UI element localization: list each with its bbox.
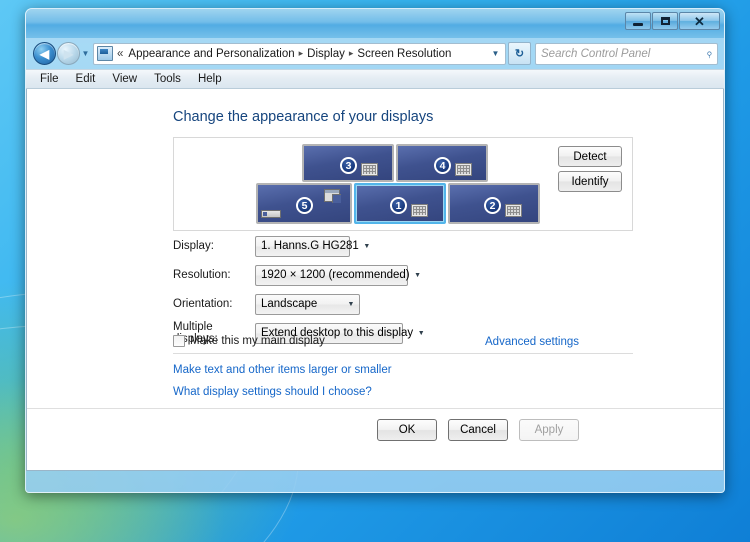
orientation-select[interactable]: Landscape ▼	[255, 294, 360, 315]
monitor-4[interactable]: 4	[396, 144, 488, 182]
monitor-number-badge: 1	[390, 197, 407, 214]
cancel-button[interactable]: Cancel	[448, 419, 508, 441]
breadcrumb-item-appearance[interactable]: Appearance and Personalization	[126, 48, 296, 60]
menu-item-tools[interactable]: Tools	[146, 71, 190, 87]
display-select-value: 1. Hanns.G HG281	[261, 240, 359, 252]
refresh-button[interactable]: ↻	[508, 42, 531, 65]
orientation-row: Orientation: Landscape ▼	[173, 294, 360, 314]
back-button[interactable]: ◀	[33, 42, 56, 65]
display-row: Display: 1. Hanns.G HG281 ▼	[173, 236, 350, 256]
refresh-icon: ↻	[515, 47, 524, 60]
search-input[interactable]: Search Control Panel ⌕	[535, 43, 718, 65]
monitor-window-icon	[324, 189, 340, 202]
screen-resolution-window: ✕ ◀ ▶ ▼ « Appearance and Personalization…	[25, 8, 725, 493]
menu-item-edit[interactable]: Edit	[68, 71, 105, 87]
address-bar[interactable]: « Appearance and Personalization ▸ Displ…	[93, 43, 506, 65]
menu-item-help[interactable]: Help	[190, 71, 231, 87]
breadcrumb-separator-icon: ▸	[297, 48, 306, 59]
search-placeholder: Search Control Panel	[541, 48, 706, 60]
maximize-button[interactable]	[652, 12, 678, 30]
monitor-number-badge: 4	[434, 157, 451, 174]
apply-button: Apply	[519, 419, 579, 441]
chevron-down-icon: ▼	[413, 330, 429, 337]
checkbox-box-icon	[173, 335, 185, 347]
main-display-checkbox-label: Make this my main display	[190, 335, 325, 347]
navigation-bar: ◀ ▶ ▼ « Appearance and Personalization ▸…	[26, 38, 724, 69]
forward-button[interactable]: ▶	[57, 42, 80, 65]
monitor-1[interactable]: 1	[354, 183, 446, 224]
monitor-2[interactable]: 2	[448, 183, 540, 224]
page-title: Change the appearance of your displays	[173, 109, 433, 125]
minimize-icon	[633, 23, 643, 26]
monitor-screen-icon	[361, 163, 378, 176]
maximize-icon	[661, 17, 670, 25]
detect-button[interactable]: Detect	[558, 146, 622, 167]
main-display-checkbox[interactable]: Make this my main display	[173, 335, 325, 347]
back-arrow-icon: ◀	[40, 48, 49, 60]
resolution-select[interactable]: 1920 × 1200 (recommended) ▼	[255, 265, 408, 286]
monitor-screen-icon	[411, 204, 428, 217]
content-area: Change the appearance of your displays 3…	[26, 89, 724, 471]
display-select[interactable]: 1. Hanns.G HG281 ▼	[255, 236, 350, 257]
breadcrumb-overflow[interactable]: «	[116, 48, 126, 60]
make-text-larger-link[interactable]: Make text and other items larger or smal…	[173, 364, 392, 376]
breadcrumb-item-screen-resolution[interactable]: Screen Resolution	[355, 48, 453, 60]
advanced-settings-link[interactable]: Advanced settings	[485, 336, 579, 348]
orientation-select-value: Landscape	[261, 298, 343, 310]
display-label: Display:	[173, 240, 255, 252]
menu-item-view[interactable]: View	[104, 71, 146, 87]
monitor-5[interactable]: 5	[256, 183, 352, 224]
chevron-down-icon: ▼	[343, 301, 359, 308]
monitor-number-badge: 5	[296, 197, 313, 214]
forward-arrow-icon: ▶	[64, 48, 73, 60]
address-dropdown-icon[interactable]: ▼	[488, 49, 503, 58]
button-row-divider	[27, 408, 723, 409]
dialog-button-row: OK Cancel Apply	[377, 419, 579, 441]
monitor-taskbar-icon	[261, 210, 281, 218]
monitor-screen-icon	[455, 163, 472, 176]
menu-item-file[interactable]: File	[32, 71, 68, 87]
control-panel-icon	[97, 46, 113, 61]
monitor-number-badge: 3	[340, 157, 357, 174]
breadcrumb-separator-icon: ▸	[347, 48, 356, 59]
title-bar[interactable]: ✕	[26, 9, 724, 38]
orientation-label: Orientation:	[173, 298, 255, 310]
resolution-select-value: 1920 × 1200 (recommended)	[261, 269, 410, 281]
close-button[interactable]: ✕	[679, 12, 720, 30]
resolution-label: Resolution:	[173, 269, 255, 281]
identify-button[interactable]: Identify	[558, 171, 622, 192]
chevron-down-icon: ▼	[410, 272, 426, 279]
ok-button[interactable]: OK	[377, 419, 437, 441]
chevron-down-icon: ▼	[359, 243, 375, 250]
menu-bar: File Edit View Tools Help	[26, 69, 724, 89]
monitor-3[interactable]: 3	[302, 144, 394, 182]
what-display-settings-link[interactable]: What display settings should I choose?	[173, 386, 372, 398]
monitor-number-badge: 2	[484, 197, 501, 214]
minimize-button[interactable]	[625, 12, 651, 30]
breadcrumb-item-display[interactable]: Display	[305, 48, 347, 60]
recent-pages-button[interactable]: ▼	[80, 49, 91, 58]
close-icon: ✕	[694, 15, 705, 28]
window-controls: ✕	[625, 12, 720, 30]
resolution-row: Resolution: 1920 × 1200 (recommended) ▼	[173, 265, 408, 285]
display-arrangement-panel[interactable]: 3 4 5 1 2 Detect Identify	[173, 137, 633, 231]
monitor-screen-icon	[505, 204, 522, 217]
section-divider	[173, 353, 633, 354]
